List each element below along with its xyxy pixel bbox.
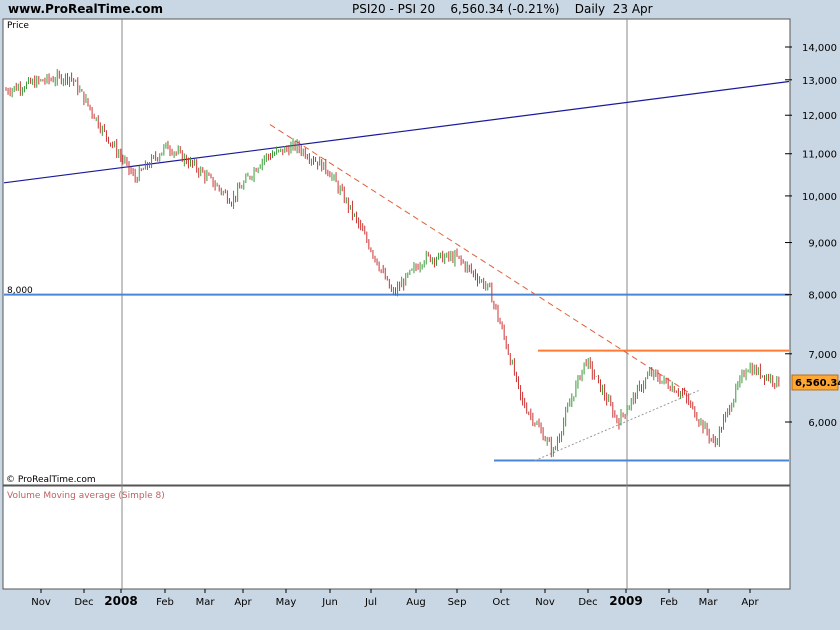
x-tick-label: Dec	[74, 597, 93, 608]
y-tick-label: 7,000	[808, 350, 837, 361]
x-tick-label: Nov	[535, 597, 555, 608]
x-tick-label: Apr	[234, 597, 252, 608]
x-tick-label: Mar	[699, 597, 719, 608]
level-8000-label: 8,000	[7, 286, 33, 296]
y-tick-label: 8,000	[808, 291, 837, 302]
y-tick-label: 11,000	[802, 150, 837, 161]
x-tick-label: Aug	[406, 597, 426, 608]
y-tick-label: 10,000	[802, 192, 837, 203]
y-tick-label: 14,000	[802, 43, 837, 54]
price-panel-title: Price	[7, 21, 29, 31]
volume-panel-title: Volume Moving average (Simple 8)	[7, 491, 165, 501]
x-tick-label: Feb	[660, 597, 678, 608]
x-tick-label: Feb	[156, 597, 174, 608]
x-tick-label: Sep	[448, 597, 467, 608]
x-axis: Nov Dec 2008 Feb Mar Apr May Jun Jul Aug Sep Oct Nov…	[31, 589, 760, 608]
x-tick-label: Nov	[31, 597, 51, 608]
x-tick-label: Jul	[364, 597, 377, 608]
y-tick-label: 9,000	[808, 239, 837, 250]
last-price-tag-label: 6,560.34	[795, 378, 840, 389]
x-tick-label: 2009	[609, 594, 642, 608]
x-tick-label: 2008	[104, 594, 137, 608]
y-tick-label: 6,000	[808, 418, 837, 429]
y-axis: 14,000 13,000 12,000 11,000 10,000 9,000 8,000…	[785, 43, 837, 429]
x-tick-label: Mar	[196, 597, 216, 608]
watermark: © ProRealTime.com	[6, 475, 96, 485]
y-tick-label: 12,000	[802, 111, 837, 122]
price-panel	[2, 18, 791, 486]
x-tick-label: Oct	[492, 597, 509, 608]
price-chart[interactable]: 14,000 13,000 12,000 11,000 10,000 9,000 8,000…	[0, 0, 840, 630]
volume-panel	[2, 485, 791, 590]
x-tick-label: May	[276, 597, 297, 608]
x-tick-label: Jun	[321, 597, 338, 608]
y-tick-label: 13,000	[802, 76, 837, 87]
x-tick-label: Dec	[578, 597, 597, 608]
x-tick-label: Apr	[741, 597, 759, 608]
